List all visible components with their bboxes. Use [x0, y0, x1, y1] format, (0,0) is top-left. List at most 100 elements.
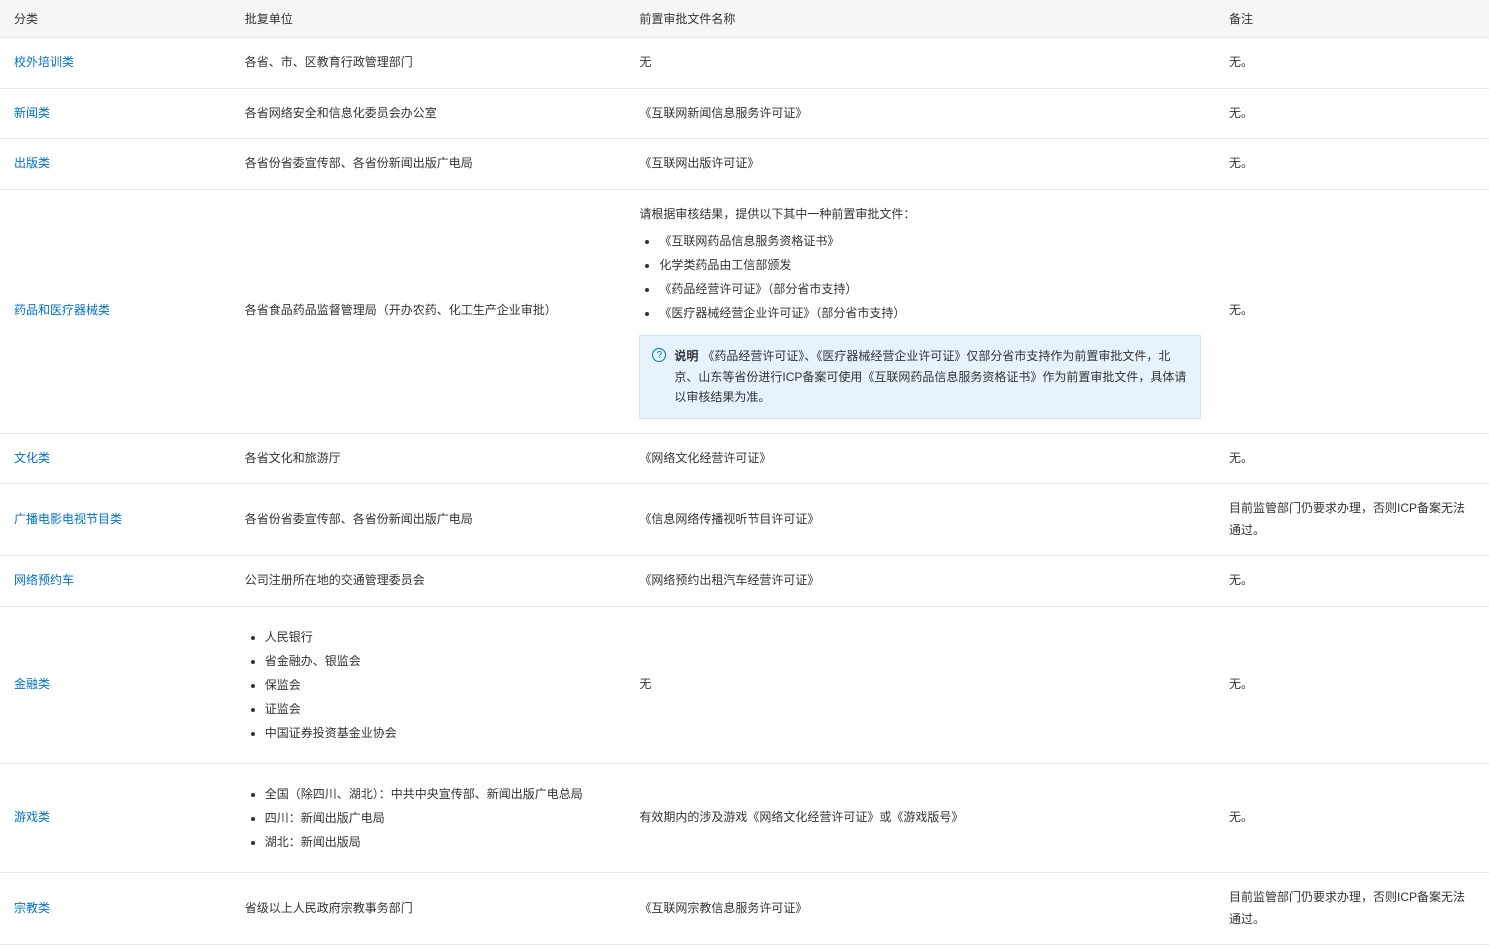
list-item: 化学类药品由工信部颁发 — [659, 253, 1201, 277]
table-header-row: 分类 批复单位 前置审批文件名称 备注 — [0, 0, 1489, 38]
table-row: 校外培训类 各省、市、区教育行政管理部门 无 无。 — [0, 38, 1489, 89]
list-item: 《药品经营许可证》（部分省市支持） — [659, 277, 1201, 301]
info-icon: ? — [652, 348, 666, 362]
cell-category: 新闻类 — [0, 88, 231, 139]
list-item: 中国证券投资基金业协会 — [265, 721, 612, 745]
cell-authority: 各省食品药品监督管理局（开办农药、化工生产企业审批） — [231, 189, 626, 433]
list-item: 保监会 — [265, 673, 612, 697]
header-authority: 批复单位 — [231, 0, 626, 38]
doc-text: 有效期内的涉及游戏《网络文化经营许可证》或《游戏版号》 — [639, 810, 963, 824]
authority-text: 各省、市、区教育行政管理部门 — [245, 55, 413, 69]
cell-category: 出版类 — [0, 139, 231, 190]
info-text: 说明《药品经营许可证》、《医疗器械经营企业许可证》仅部分省市支持作为前置审批文件… — [674, 346, 1188, 407]
cell-doc: 《网络文化经营许可证》 — [625, 433, 1215, 484]
authority-text: 省级以上人民政府宗教事务部门 — [245, 901, 413, 915]
cell-authority: 全国（除四川、湖北）：中共中央宣传部、新闻出版广电总局四川：新闻出版广电局湖北：… — [231, 763, 626, 872]
table-row: 药品和医疗器械类 各省食品药品监督管理局（开办农药、化工生产企业审批） 请根据审核结… — [0, 189, 1489, 433]
doc-text: 《网络预约出租汽车经营许可证》 — [639, 573, 819, 587]
cell-category: 宗教类 — [0, 872, 231, 944]
doc-intro: 请根据审核结果，提供以下其中一种前置审批文件： — [639, 204, 1201, 226]
cell-remark: 无。 — [1215, 38, 1489, 89]
cell-category: 网络预约车 — [0, 556, 231, 607]
table-row: 游戏类 全国（除四川、湖北）：中共中央宣传部、新闻出版广电总局四川：新闻出版广电局… — [0, 763, 1489, 872]
cell-remark: 无。 — [1215, 189, 1489, 433]
cell-doc: 《网络预约出租汽车经营许可证》 — [625, 556, 1215, 607]
authority-text: 公司注册所在地的交通管理委员会 — [245, 573, 425, 587]
table-row: 宗教类 省级以上人民政府宗教事务部门 《互联网宗教信息服务许可证》 目前监管部门仍要求… — [0, 872, 1489, 944]
table-row: 新闻类 各省网络安全和信息化委员会办公室 《互联网新闻信息服务许可证》 无。 — [0, 88, 1489, 139]
approval-table: 分类 批复单位 前置审批文件名称 备注 校外培训类各省、市、区教育行政管理部门无… — [0, 0, 1489, 945]
cell-authority: 各省份省委宣传部、各省份新闻出版广电局 — [231, 484, 626, 556]
table-row: 出版类 各省份省委宣传部、各省份新闻出版广电局 《互联网出版许可证》无。 — [0, 139, 1489, 190]
list-item: 《互联网药品信息服务资格证书》 — [659, 229, 1201, 253]
list-item: 人民银行 — [265, 625, 612, 649]
category-link[interactable]: 广播电影电视节目类 — [14, 512, 122, 526]
authority-text: 各省份省委宣传部、各省份新闻出版广电局 — [245, 512, 473, 526]
header-category: 分类 — [0, 0, 231, 38]
authority-text: 各省文化和旅游厅 — [245, 451, 341, 465]
doc-text: 《互联网宗教信息服务许可证》 — [639, 901, 807, 915]
category-link[interactable]: 药品和医疗器械类 — [14, 303, 110, 317]
doc-text: 《网络文化经营许可证》 — [639, 451, 771, 465]
cell-remark: 目前监管部门仍要求办理，否则ICP备案无法通过。 — [1215, 872, 1489, 944]
cell-category: 游戏类 — [0, 763, 231, 872]
cell-remark: 无。 — [1215, 139, 1489, 190]
cell-remark: 无。 — [1215, 433, 1489, 484]
doc-text: 无 — [639, 55, 651, 69]
cell-doc: 有效期内的涉及游戏《网络文化经营许可证》或《游戏版号》 — [625, 763, 1215, 872]
cell-authority: 各省、市、区教育行政管理部门 — [231, 38, 626, 89]
authority-text: 各省食品药品监督管理局（开办农药、化工生产企业审批） — [245, 303, 557, 317]
list-item: 湖北：新闻出版局 — [265, 830, 612, 854]
cell-doc: 《互联网新闻信息服务许可证》 — [625, 88, 1215, 139]
cell-authority: 人民银行省金融办、银监会保监会证监会中国证券投资基金业协会 — [231, 606, 626, 763]
cell-remark: 无。 — [1215, 606, 1489, 763]
cell-remark: 无。 — [1215, 763, 1489, 872]
authority-list: 人民银行省金融办、银监会保监会证监会中国证券投资基金业协会 — [245, 625, 612, 745]
category-link[interactable]: 出版类 — [14, 156, 50, 170]
doc-text: 《互联网新闻信息服务许可证》 — [639, 106, 807, 120]
cell-remark: 无。 — [1215, 556, 1489, 607]
info-box: ? 说明《药品经营许可证》、《医疗器械经营企业许可证》仅部分省市支持作为前置审批文… — [639, 335, 1201, 418]
doc-list: 《互联网药品信息服务资格证书》化学类药品由工信部颁发《药品经营许可证》（部分省市… — [639, 229, 1201, 325]
list-item: 《医疗器械经营企业许可证》（部分省市支持） — [659, 301, 1201, 325]
cell-doc: 《信息网络传播视听节目许可证》 — [625, 484, 1215, 556]
cell-remark: 无。 — [1215, 88, 1489, 139]
doc-text: 《信息网络传播视听节目许可证》 — [639, 512, 819, 526]
authority-text: 各省网络安全和信息化委员会办公室 — [245, 106, 437, 120]
cell-authority: 各省份省委宣传部、各省份新闻出版广电局 — [231, 139, 626, 190]
cell-category: 文化类 — [0, 433, 231, 484]
table-row: 广播电影电视节目类 各省份省委宣传部、各省份新闻出版广电局 《信息网络传播视听节目许… — [0, 484, 1489, 556]
authority-text: 各省份省委宣传部、各省份新闻出版广电局 — [245, 156, 473, 170]
list-item: 证监会 — [265, 697, 612, 721]
header-doc: 前置审批文件名称 — [625, 0, 1215, 38]
category-link[interactable]: 文化类 — [14, 451, 50, 465]
cell-remark: 目前监管部门仍要求办理，否则ICP备案无法通过。 — [1215, 484, 1489, 556]
cell-doc: 无 — [625, 38, 1215, 89]
category-link[interactable]: 游戏类 — [14, 810, 50, 824]
category-link[interactable]: 宗教类 — [14, 901, 50, 915]
cell-doc: 无 — [625, 606, 1215, 763]
cell-authority: 公司注册所在地的交通管理委员会 — [231, 556, 626, 607]
cell-category: 药品和医疗器械类 — [0, 189, 231, 433]
list-item: 四川：新闻出版广电局 — [265, 806, 612, 830]
cell-authority: 各省文化和旅游厅 — [231, 433, 626, 484]
category-link[interactable]: 金融类 — [14, 677, 50, 691]
list-item: 全国（除四川、湖北）：中共中央宣传部、新闻出版广电总局 — [265, 782, 612, 806]
table-row: 网络预约车 公司注册所在地的交通管理委员会 《网络预约出租汽车经营许可证》 无。 — [0, 556, 1489, 607]
cell-category: 金融类 — [0, 606, 231, 763]
cell-category: 广播电影电视节目类 — [0, 484, 231, 556]
list-item: 省金融办、银监会 — [265, 649, 612, 673]
table-row: 文化类 各省文化和旅游厅 《网络文化经营许可证》 无。 — [0, 433, 1489, 484]
doc-text: 无 — [639, 677, 651, 691]
cell-authority: 省级以上人民政府宗教事务部门 — [231, 872, 626, 944]
category-link[interactable]: 网络预约车 — [14, 573, 74, 587]
category-link[interactable]: 校外培训类 — [14, 55, 74, 69]
header-remark: 备注 — [1215, 0, 1489, 38]
authority-list: 全国（除四川、湖北）：中共中央宣传部、新闻出版广电总局四川：新闻出版广电局湖北：… — [245, 782, 612, 854]
cell-category: 校外培训类 — [0, 38, 231, 89]
cell-doc: 请根据审核结果，提供以下其中一种前置审批文件： 《互联网药品信息服务资格证书》化学… — [625, 189, 1215, 433]
cell-doc: 《互联网出版许可证》 — [625, 139, 1215, 190]
category-link[interactable]: 新闻类 — [14, 106, 50, 120]
cell-authority: 各省网络安全和信息化委员会办公室 — [231, 88, 626, 139]
table-row: 金融类 人民银行省金融办、银监会保监会证监会中国证券投资基金业协会 无 无。 — [0, 606, 1489, 763]
